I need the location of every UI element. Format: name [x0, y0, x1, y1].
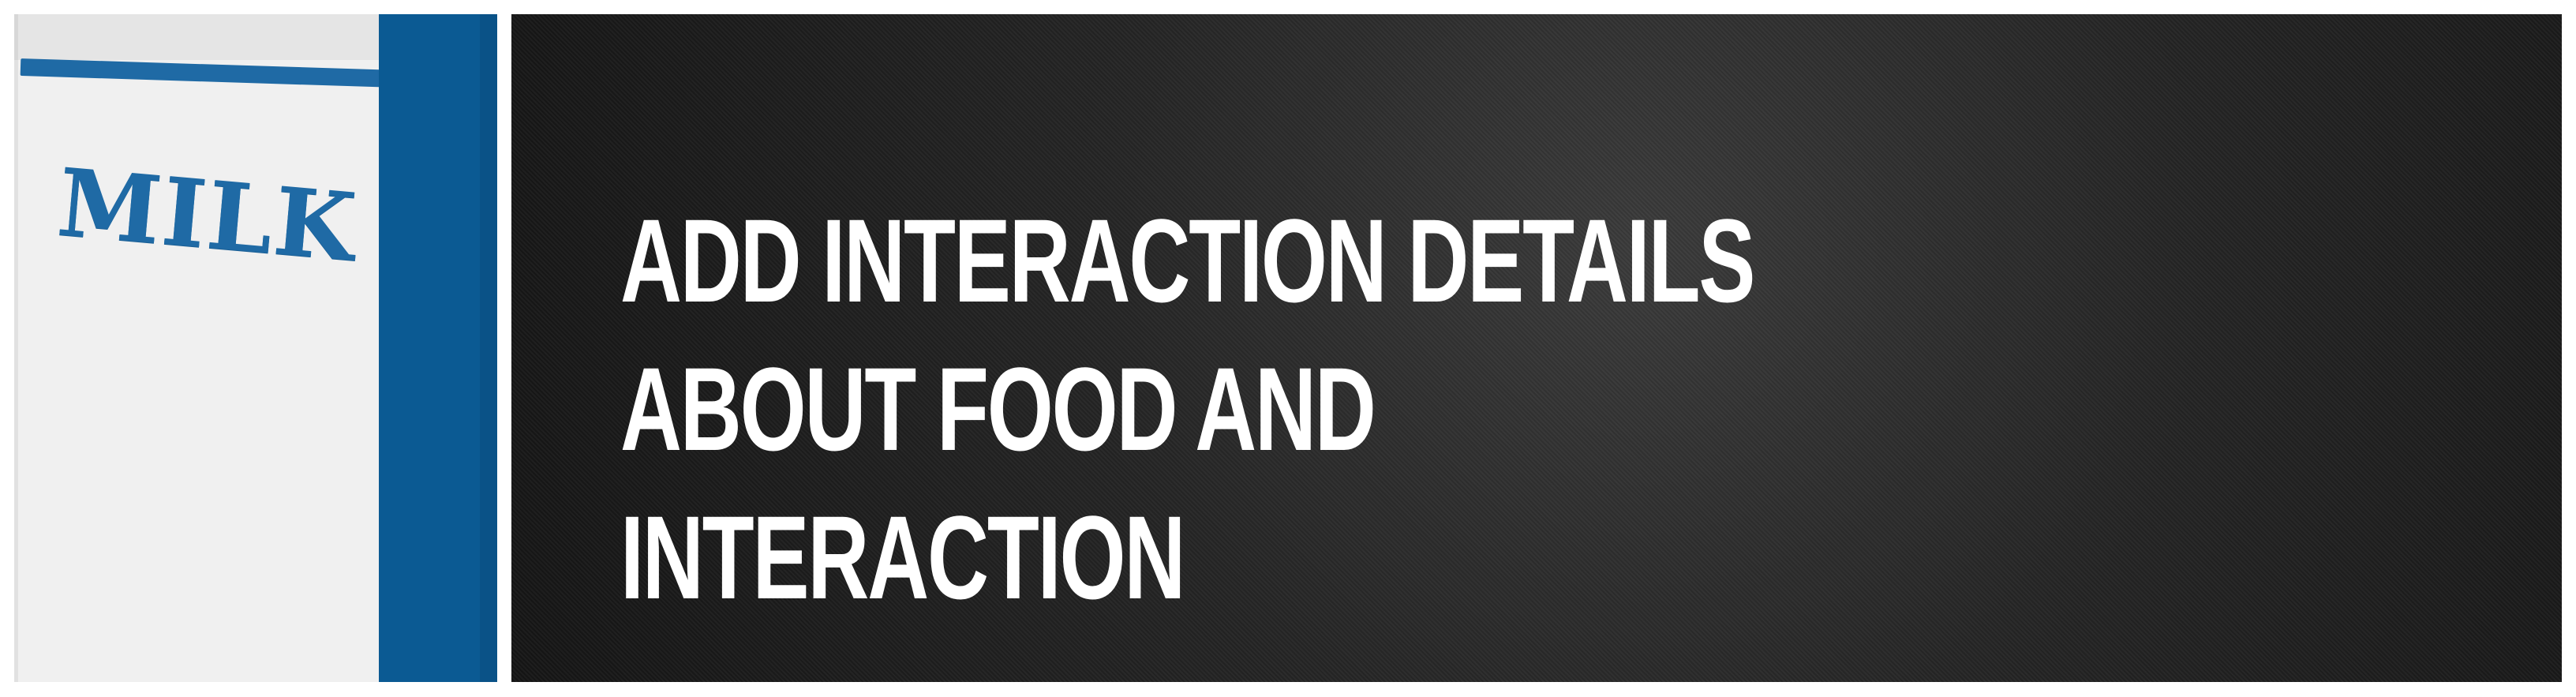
- carton-side-shadow: [480, 14, 497, 682]
- milk-carton-image: MILK: [14, 14, 497, 682]
- milk-label: MILK: [53, 147, 361, 283]
- banner-image: MILK ADD INTERACTION DETAILS ABOUT FOOD …: [0, 0, 2576, 697]
- carton-edge-shadow: [14, 14, 18, 682]
- dark-text-banner: ADD INTERACTION DETAILS ABOUT FOOD AND I…: [511, 14, 2562, 682]
- banner-title: ADD INTERACTION DETAILS ABOUT FOOD AND I…: [620, 194, 1755, 624]
- carton-blue-stripe: [20, 58, 400, 88]
